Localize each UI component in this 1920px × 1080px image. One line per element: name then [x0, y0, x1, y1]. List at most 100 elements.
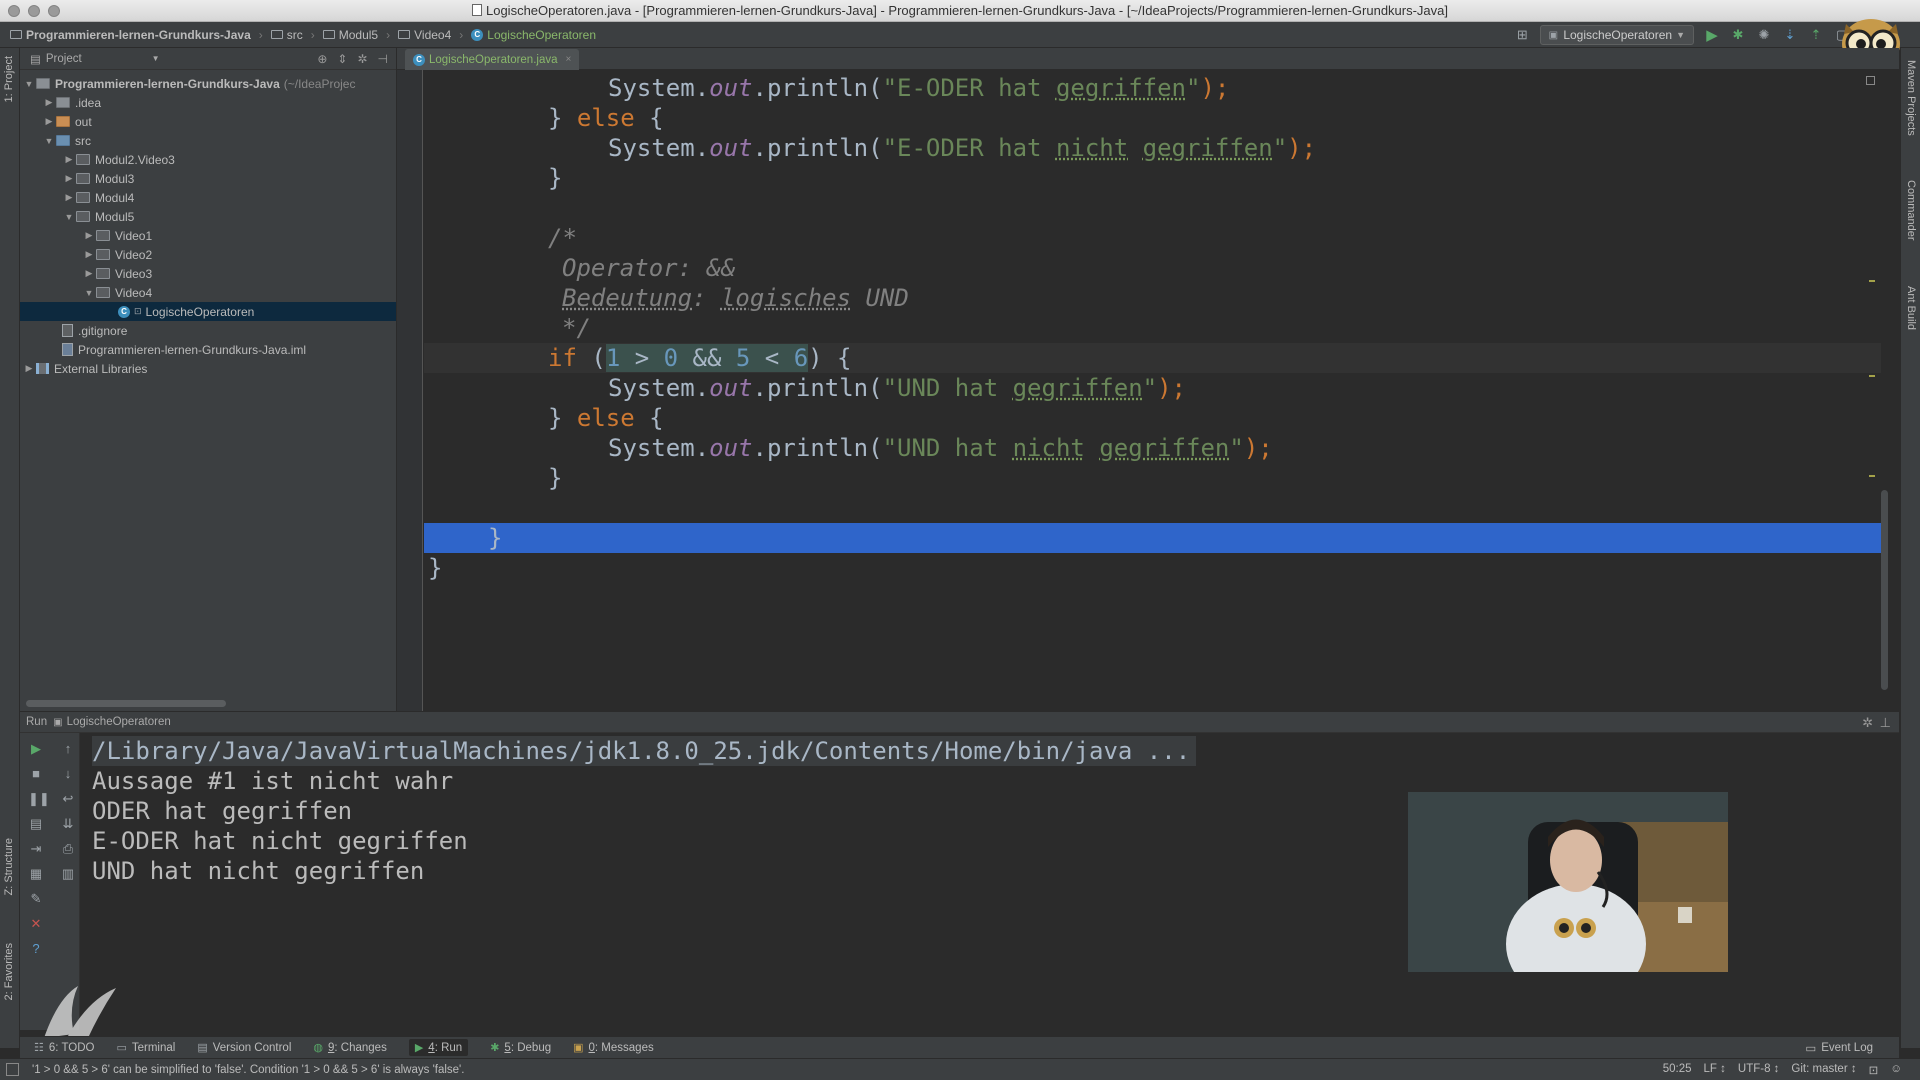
- tree-item-video1[interactable]: ▶ Video1: [20, 226, 396, 245]
- project-structure-icon[interactable]: ⊞: [1514, 27, 1530, 43]
- tab-changes[interactable]: ◍ 9: Changes: [313, 1041, 386, 1055]
- inspector-icon[interactable]: ☺: [1890, 1063, 1902, 1077]
- scroll-down-icon[interactable]: ↓: [60, 766, 76, 782]
- pin-tab-icon[interactable]: ✎: [28, 891, 44, 907]
- code-string: gegriffen: [1099, 434, 1230, 462]
- breadcrumb-project[interactable]: Programmieren-lernen-Grundkurs-Java ›: [10, 28, 263, 42]
- structure-tool-tab[interactable]: Z: Structure: [3, 838, 15, 895]
- git-branch-select[interactable]: Git: master ↕: [1791, 1063, 1856, 1077]
- gear-icon[interactable]: ✲: [1862, 715, 1873, 731]
- code-line: } else {: [424, 403, 1889, 433]
- run-icon[interactable]: ▶: [1704, 27, 1720, 44]
- code-number: 1: [605, 344, 621, 372]
- scroll-up-icon[interactable]: ↑: [60, 741, 76, 757]
- warning-marker[interactable]: [1869, 375, 1875, 377]
- tree-item-video2[interactable]: ▶ Video2: [20, 245, 396, 264]
- project-view-select[interactable]: Project: [46, 53, 82, 65]
- run-icon: ▶: [414, 1042, 424, 1054]
- code-token: System.: [608, 374, 710, 402]
- encoding-select[interactable]: UTF-8 ↕: [1738, 1063, 1780, 1077]
- tree-item-idea[interactable]: ▶ .idea: [20, 93, 396, 112]
- scrollbar-thumb[interactable]: [1881, 490, 1888, 690]
- ant-build-tab[interactable]: Ant Build: [1905, 286, 1917, 330]
- scroll-to-end-icon[interactable]: ⇊: [60, 816, 76, 832]
- tab-todo[interactable]: ☷ 6: TODO: [34, 1041, 94, 1055]
- inspection-status-icon[interactable]: [1866, 76, 1875, 85]
- warning-marker[interactable]: [1869, 475, 1875, 477]
- pause-icon[interactable]: ❚❚: [28, 791, 50, 807]
- maven-projects-tab[interactable]: Maven Projects: [1905, 60, 1917, 136]
- caret-position[interactable]: 50:25: [1663, 1063, 1692, 1077]
- code-keyword: else: [576, 104, 635, 132]
- tab-terminal[interactable]: ▭ Terminal: [116, 1041, 175, 1055]
- favorites-tool-tab[interactable]: 2: Favorites: [3, 943, 15, 1000]
- tree-item-gitignore[interactable]: .gitignore: [20, 321, 396, 340]
- layout-icon[interactable]: ▦: [28, 866, 44, 882]
- exit-icon[interactable]: ⇥: [28, 841, 44, 857]
- collapse-all-icon[interactable]: ⇕: [337, 52, 347, 66]
- vcs-update-icon[interactable]: ⇣: [1782, 27, 1798, 43]
- help-icon[interactable]: ?: [28, 941, 44, 957]
- tree-item-logische-operatoren[interactable]: C ⊡ LogischeOperatoren: [20, 302, 396, 321]
- project-tool-tab[interactable]: 1: Project: [3, 56, 15, 102]
- tab-event-log[interactable]: ▭ Event Log: [1805, 1041, 1873, 1055]
- chevron-down-icon[interactable]: ▼: [152, 54, 160, 63]
- tab-version-control[interactable]: ▤ Version Control: [197, 1041, 291, 1055]
- tree-item-project-root[interactable]: ▼ Programmieren-lernen-Grundkurs-Java (~…: [20, 74, 396, 93]
- tab-run[interactable]: ▶ 4: Run: [408, 1039, 469, 1056]
- version-control-icon: ▤: [197, 1042, 208, 1054]
- gear-icon[interactable]: ✲: [357, 52, 367, 66]
- tree-item-video4[interactable]: ▼ Video4: [20, 283, 396, 302]
- tree-item-iml[interactable]: Programmieren-lernen-Grundkurs-Java.iml: [20, 340, 396, 359]
- collapsed-arrow-icon: ▶: [85, 249, 93, 259]
- tree-item-external-libraries[interactable]: ▶ External Libraries: [20, 359, 396, 378]
- window-titlebar: LogischeOperatoren.java - [Programmieren…: [0, 0, 1920, 22]
- package-icon: [96, 249, 110, 260]
- tree-item-modul5[interactable]: ▼ Modul5: [20, 207, 396, 226]
- editor-tab-logische-operatoren[interactable]: C LogischeOperatoren.java ×: [405, 49, 580, 70]
- tree-item-modul2-video3[interactable]: ▶ Modul2.Video3: [20, 150, 396, 169]
- editor-vertical-scrollbar[interactable]: [1881, 70, 1889, 711]
- code-editor[interactable]: System.out.println("E-ODER hat gegriffen…: [424, 70, 1889, 711]
- scroll-from-source-icon[interactable]: ⊕: [317, 52, 327, 66]
- close-run-icon[interactable]: ✕: [28, 916, 44, 932]
- lock-icon[interactable]: ⊡: [1869, 1063, 1879, 1077]
- code-comment: UND: [851, 284, 909, 312]
- debug-icon[interactable]: ✱: [1730, 27, 1746, 43]
- tab-debug[interactable]: ✱ 5: Debug: [490, 1041, 551, 1055]
- tree-item-out[interactable]: ▶ out: [20, 112, 396, 131]
- zoom-window-button[interactable]: [48, 5, 60, 17]
- tree-item-modul3[interactable]: ▶ Modul3: [20, 169, 396, 188]
- hide-panel-icon[interactable]: ⊥: [1880, 715, 1891, 731]
- rerun-icon[interactable]: ▶: [28, 741, 44, 757]
- breadcrumb-class[interactable]: C LogischeOperatoren: [471, 28, 596, 42]
- coverage-icon[interactable]: ✺: [1756, 27, 1772, 43]
- minimize-window-button[interactable]: [28, 5, 40, 17]
- tree-item-path: (~/IdeaProjec: [283, 76, 356, 91]
- breadcrumb-src[interactable]: src ›: [270, 28, 315, 42]
- close-window-button[interactable]: [8, 5, 20, 17]
- soft-wrap-icon[interactable]: ↩: [60, 791, 76, 807]
- vcs-commit-icon[interactable]: ⇡: [1808, 27, 1824, 43]
- dump-threads-icon[interactable]: ▤: [28, 816, 44, 832]
- tree-item-modul4[interactable]: ▶ Modul4: [20, 188, 396, 207]
- commander-tab[interactable]: Commander: [1905, 180, 1917, 241]
- tree-item-src[interactable]: ▼ src: [20, 131, 396, 150]
- print-icon[interactable]: ⎙: [60, 841, 76, 857]
- breadcrumb-video4[interactable]: Video4 ›: [398, 28, 463, 42]
- tree-item-label: Programmieren-lernen-Grundkurs-Java.iml: [78, 342, 307, 357]
- horizontal-scrollbar[interactable]: [26, 700, 226, 707]
- tool-windows-toggle-icon[interactable]: [6, 1063, 19, 1076]
- tab-messages[interactable]: ▣ 0: Messages: [573, 1041, 654, 1055]
- tree-item-video3[interactable]: ▶ Video3: [20, 264, 396, 283]
- breadcrumb-modul5[interactable]: Modul5 ›: [322, 28, 390, 42]
- hide-panel-icon[interactable]: ⊣: [378, 52, 388, 66]
- run-tab-label[interactable]: LogischeOperatoren: [67, 716, 171, 728]
- stop-icon[interactable]: ■: [28, 766, 44, 782]
- run-configuration-select[interactable]: ▣ LogischeOperatoren ▼: [1540, 25, 1694, 45]
- clear-all-icon[interactable]: ▥: [60, 866, 76, 882]
- editor-gutter[interactable]: [397, 70, 423, 711]
- line-separator-select[interactable]: LF ↕: [1704, 1063, 1726, 1077]
- warning-marker[interactable]: [1869, 280, 1875, 282]
- close-tab-icon[interactable]: ×: [566, 54, 572, 65]
